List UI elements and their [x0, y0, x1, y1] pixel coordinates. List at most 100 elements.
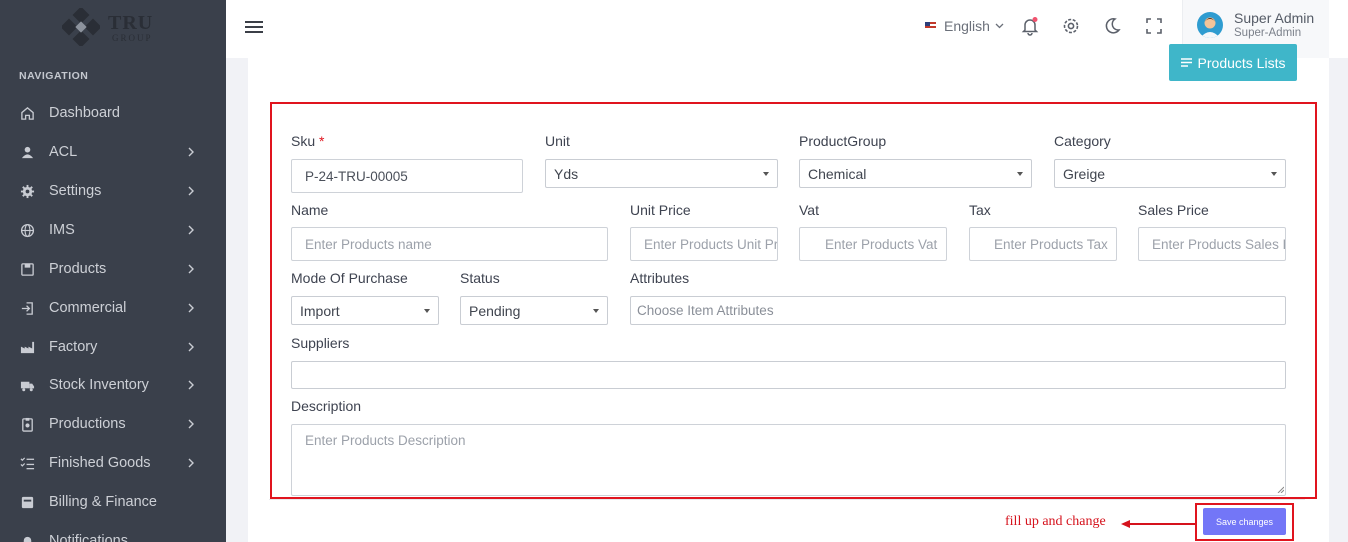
attributes-label: Attributes: [630, 270, 690, 286]
sidebar-item-factory[interactable]: Factory: [0, 328, 226, 367]
sidebar-item-settings[interactable]: Settings: [0, 172, 226, 211]
nav-heading: NAVIGATION: [19, 70, 89, 82]
product-group-select[interactable]: Chemical: [799, 159, 1032, 188]
login-icon: [21, 302, 33, 315]
user-name: Super Admin: [1234, 10, 1315, 26]
resize-handle-icon[interactable]: [1277, 486, 1284, 493]
sidebar-item-stock-inventory[interactable]: Stock Inventory: [0, 366, 226, 405]
status-value: Pending: [469, 302, 521, 319]
caret-down-icon: [1271, 172, 1277, 176]
attributes-multiselect[interactable]: Choose Item Attributes: [630, 296, 1286, 325]
chevron-right-icon: [188, 225, 194, 235]
unit-label: Unit: [545, 133, 570, 149]
us-flag-icon: [925, 22, 936, 30]
caret-down-icon: [763, 172, 769, 176]
chevron-right-icon: [188, 342, 194, 352]
chevron-right-icon: [188, 380, 194, 390]
chevron-down-icon: [995, 23, 1004, 29]
tax-label: Tax: [969, 202, 991, 218]
caret-down-icon: [1017, 172, 1023, 176]
unit-value: Yds: [554, 165, 579, 182]
sidebar-item-label: Billing & Finance: [49, 494, 157, 510]
unit-select[interactable]: Yds: [545, 159, 778, 188]
sidebar-item-label: Stock Inventory: [49, 377, 149, 393]
sidebar-item-label: ACL: [49, 144, 78, 160]
chevron-right-icon: [188, 303, 194, 313]
factory-icon: [20, 341, 35, 354]
suppliers-label: Suppliers: [291, 335, 350, 351]
sidebar-item-dashboard[interactable]: Dashboard: [0, 94, 226, 133]
chevron-right-icon: [188, 458, 194, 468]
sidebar-item-label: Productions: [49, 416, 126, 432]
description-label: Description: [291, 398, 362, 414]
sidebar-item-finished-goods[interactable]: Finished Goods: [0, 444, 226, 483]
gear-icon[interactable]: [1061, 16, 1081, 36]
logo-mark-icon: [62, 8, 100, 46]
sidebar-item-acl[interactable]: ACL: [0, 133, 226, 172]
annotation-text: fill up and change: [1005, 514, 1106, 529]
sidebar-item-productions[interactable]: Productions: [0, 405, 226, 444]
sales-price-input[interactable]: Enter Products Sales Price: [1138, 227, 1286, 261]
sidebar-item-label: Dashboard: [49, 105, 120, 121]
tax-input[interactable]: Enter Products Tax: [969, 227, 1117, 261]
sku-label-text: Sku: [291, 133, 316, 149]
sidebar: TRU GROUP NAVIGATION Dashboard ACL Setti…: [0, 0, 226, 542]
category-select[interactable]: Greige: [1054, 159, 1286, 188]
mode-of-purchase-label: Mode Of Purchase: [291, 270, 408, 286]
clipboard-icon: [22, 417, 33, 432]
annotation-arrow-icon: [1121, 520, 1196, 528]
user-icon: [21, 146, 34, 159]
chevron-right-icon: [188, 264, 194, 274]
category-value: Greige: [1063, 165, 1106, 182]
caret-down-icon: [424, 309, 430, 313]
home-icon: [21, 107, 34, 120]
notification-bell-icon[interactable]: [1020, 16, 1040, 36]
save-changes-button[interactable]: Save changes: [1203, 508, 1286, 535]
unit-price-input[interactable]: Enter Products Unit Price: [630, 227, 778, 261]
chevron-right-icon: [188, 419, 194, 429]
language-label: English: [944, 18, 990, 34]
status-label: Status: [460, 270, 500, 286]
mode-of-purchase-select[interactable]: Import: [291, 296, 439, 325]
dark-mode-moon-icon[interactable]: [1102, 16, 1122, 36]
avatar: [1197, 12, 1223, 38]
products-list-label: Products Lists: [1197, 54, 1286, 71]
save-icon: [21, 263, 34, 276]
name-label: Name: [291, 202, 329, 218]
sidebar-item-products[interactable]: Products: [0, 250, 226, 289]
mode-of-purchase-value: Import: [300, 302, 340, 319]
suppliers-multiselect[interactable]: [291, 361, 1286, 389]
bill-icon: [21, 496, 34, 509]
sku-label: Sku *: [291, 133, 324, 149]
vat-label: Vat: [799, 202, 819, 218]
name-input[interactable]: Enter Products name: [291, 227, 608, 261]
fullscreen-icon[interactable]: [1144, 16, 1164, 36]
sidebar-item-notifications[interactable]: Notifications: [0, 522, 226, 542]
menu-toggle-icon[interactable]: [245, 20, 263, 34]
sidebar-item-billing-finance[interactable]: Billing & Finance: [0, 483, 226, 522]
sidebar-item-ims[interactable]: IMS: [0, 211, 226, 250]
sidebar-item-commercial[interactable]: Commercial: [0, 289, 226, 328]
brand-sub: GROUP: [112, 33, 153, 43]
required-mark: *: [319, 133, 325, 149]
chevron-right-icon: [188, 186, 194, 196]
category-label: Category: [1054, 133, 1111, 149]
sidebar-item-label: Commercial: [49, 300, 127, 316]
language-selector[interactable]: English: [925, 18, 1004, 34]
sidebar-item-label: Products: [49, 261, 107, 277]
status-select[interactable]: Pending: [460, 296, 608, 325]
sku-input[interactable]: P-24-TRU-00005: [291, 159, 523, 193]
sidebar-item-label: Factory: [49, 339, 98, 355]
sidebar-item-label: Notifications: [49, 533, 128, 542]
user-role: Super-Admin: [1234, 27, 1302, 39]
user-avatar-icon: [1200, 17, 1220, 38]
list-icon: [1180, 58, 1192, 67]
vat-input[interactable]: Enter Products Vat: [799, 227, 947, 261]
globe-icon: [20, 223, 35, 238]
truck-icon: [20, 381, 35, 392]
brand-logo[interactable]: TRU GROUP: [62, 6, 172, 46]
products-list-button[interactable]: Products Lists: [1169, 44, 1297, 81]
sidebar-item-label: IMS: [49, 222, 75, 238]
description-textarea[interactable]: Enter Products Description: [291, 424, 1286, 496]
bell-icon: [23, 536, 32, 542]
